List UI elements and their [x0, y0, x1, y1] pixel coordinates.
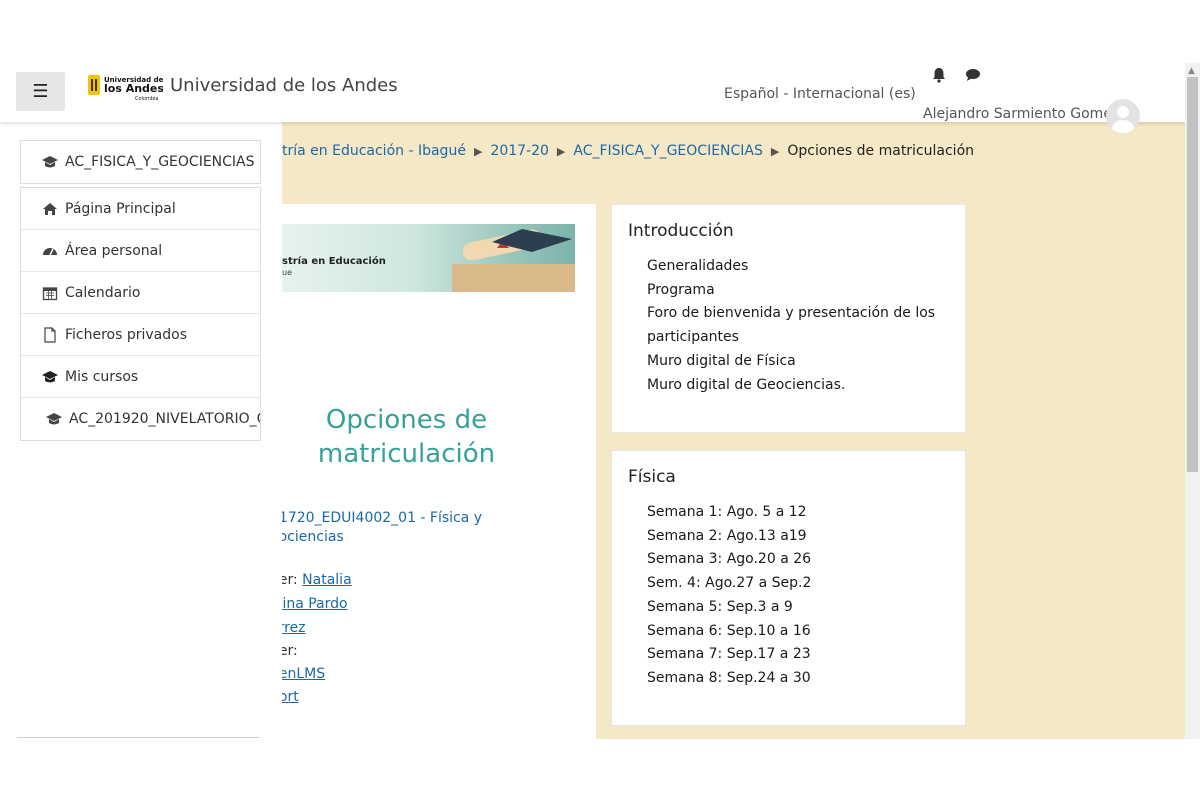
university-logo[interactable]: Universidad de los Andes Colombia	[87, 73, 163, 105]
drawer-item-private-files[interactable]: Ficheros privados	[21, 314, 260, 356]
user-avatar[interactable]	[1106, 99, 1140, 133]
teacher-info: her: Natalia olina Pardo errez	[270, 568, 470, 640]
banner-subtext: ue	[282, 268, 292, 277]
user-name[interactable]: Alejandro Sarmiento Gomez	[923, 106, 1119, 122]
drawer-item-calendar[interactable]: Calendario	[21, 272, 260, 314]
scrollbar-thumb[interactable]	[1187, 77, 1198, 472]
page-scrollbar[interactable]: ▲	[1185, 63, 1200, 739]
teacher-name-link[interactable]: Natalia	[302, 572, 351, 588]
block-introduccion: Introducción Generalidades Programa Foro…	[611, 204, 966, 433]
drawer-item-label: Mis cursos	[65, 368, 139, 385]
block-list: Generalidades Programa Foro de bienvenid…	[647, 255, 965, 397]
drawer-course-block: AC_FISICA_Y_GEOCIENCIAS	[20, 140, 261, 184]
block-item[interactable]: Muro digital de Física	[647, 350, 965, 374]
drawer-item-my-courses[interactable]: Mis cursos	[21, 356, 260, 398]
menu-toggle-button[interactable]: ☰	[16, 72, 65, 111]
block-list: Semana 1: Ago. 5 a 12 Semana 2: Ago.13 a…	[647, 501, 965, 691]
graduation-cap-icon	[41, 154, 59, 170]
drawer-item-label: AC_FISICA_Y_GEOCIENCIAS	[65, 154, 255, 170]
teacher-info-2: her: penLMS port	[270, 640, 470, 709]
home-icon	[41, 201, 59, 217]
calendar-icon	[41, 285, 59, 301]
breadcrumb-program[interactable]: tría en Educación - Ibagué	[282, 143, 466, 159]
block-item[interactable]: Foro de bienvenida y presentación de los	[647, 302, 965, 326]
block-title: Física	[628, 467, 676, 487]
logo-line-2: los Andes	[104, 82, 163, 95]
breadcrumb-separator-icon: ▶	[770, 145, 780, 158]
block-item[interactable]: Semana 3: Ago.20 a 26	[647, 548, 965, 572]
drawer-item-label: AC_201920_NIVELATORIO_QUIMICA	[69, 411, 260, 427]
file-icon	[41, 326, 59, 343]
block-item[interactable]: Programa	[647, 279, 965, 303]
page-title: Opciones de matriculación	[317, 405, 496, 469]
graduation-cap-icon	[45, 411, 63, 427]
site-name[interactable]: Universidad de los Andes	[170, 75, 398, 96]
top-navbar: ☰ Universidad de los Andes Colombia Univ…	[0, 63, 1185, 133]
block-title: Introducción	[628, 221, 734, 241]
scroll-up-arrow-icon[interactable]: ▲	[1188, 66, 1195, 76]
block-item[interactable]: Semana 1: Ago. 5 a 12	[647, 501, 965, 525]
block-item[interactable]: Muro digital de Geociencias.	[647, 374, 965, 398]
banner-text: stría en Educación	[282, 256, 386, 267]
bell-icon[interactable]	[930, 66, 948, 84]
chat-icon[interactable]	[964, 66, 982, 84]
breadcrumb: tría en Educación - Ibagué ▶ 2017-20 ▶ AC_FI…	[282, 143, 974, 159]
block-item[interactable]: Semana 8: Sep.24 a 30	[647, 667, 965, 691]
drawer-item-course-quimica[interactable]: AC_201920_NIVELATORIO_QUIMICA	[21, 398, 260, 440]
block-item[interactable]: Sem. 4: Ago.27 a Sep.2	[647, 572, 965, 596]
drawer-item-dashboard[interactable]: Área personal	[21, 230, 260, 272]
breadcrumb-current: Opciones de matriculación	[787, 143, 975, 159]
block-fisica: Física Semana 1: Ago. 5 a 12 Semana 2: A…	[611, 450, 966, 726]
course-name-link[interactable]: 01720_EDUI4002_01 - Física y eociencias	[270, 509, 530, 547]
block-item[interactable]: Semana 7: Sep.17 a 23	[647, 643, 965, 667]
main-content-card: stría en Educación ue Opciones de matric…	[250, 204, 596, 739]
breadcrumb-separator-icon: ▶	[473, 145, 483, 158]
nav-drawer: AC_FISICA_Y_GEOCIENCIAS Página Principal…	[0, 122, 282, 739]
hamburger-icon: ☰	[32, 81, 49, 102]
drawer-item-label: Ficheros privados	[65, 326, 188, 343]
block-item[interactable]: Generalidades	[647, 255, 965, 279]
breadcrumb-course[interactable]: AC_FISICA_Y_GEOCIENCIAS	[573, 143, 763, 159]
course-banner-image: stría en Educación ue	[282, 224, 575, 292]
block-item[interactable]: Semana 6: Sep.10 a 16	[647, 620, 965, 644]
drawer-item-label: Calendario	[65, 284, 141, 301]
breadcrumb-period[interactable]: 2017-20	[490, 143, 549, 159]
drawer-nav-block: Página Principal Área personal Calendari…	[20, 187, 261, 441]
drawer-item-home[interactable]: Página Principal	[21, 188, 260, 230]
user-silhouette-icon	[1112, 106, 1134, 133]
language-menu[interactable]: Español ‎- Internacional ‎(es)‎	[724, 86, 916, 102]
dashboard-icon	[41, 243, 59, 259]
block-item[interactable]: Semana 2: Ago.13 a19	[647, 525, 965, 549]
drawer-item-course[interactable]: AC_FISICA_Y_GEOCIENCIAS	[21, 141, 260, 183]
block-item[interactable]: Semana 5: Sep.3 a 9	[647, 596, 965, 620]
drawer-divider	[17, 737, 259, 738]
breadcrumb-separator-icon: ▶	[556, 145, 566, 158]
drawer-item-label: Página Principal	[65, 200, 176, 217]
drawer-item-label: Área personal	[65, 242, 163, 259]
block-item[interactable]: participantes	[647, 326, 965, 350]
logo-line-3: Colombia	[135, 96, 159, 102]
viewport: ☰ Universidad de los Andes Colombia Univ…	[0, 63, 1200, 739]
graduation-cap-icon	[41, 369, 59, 385]
